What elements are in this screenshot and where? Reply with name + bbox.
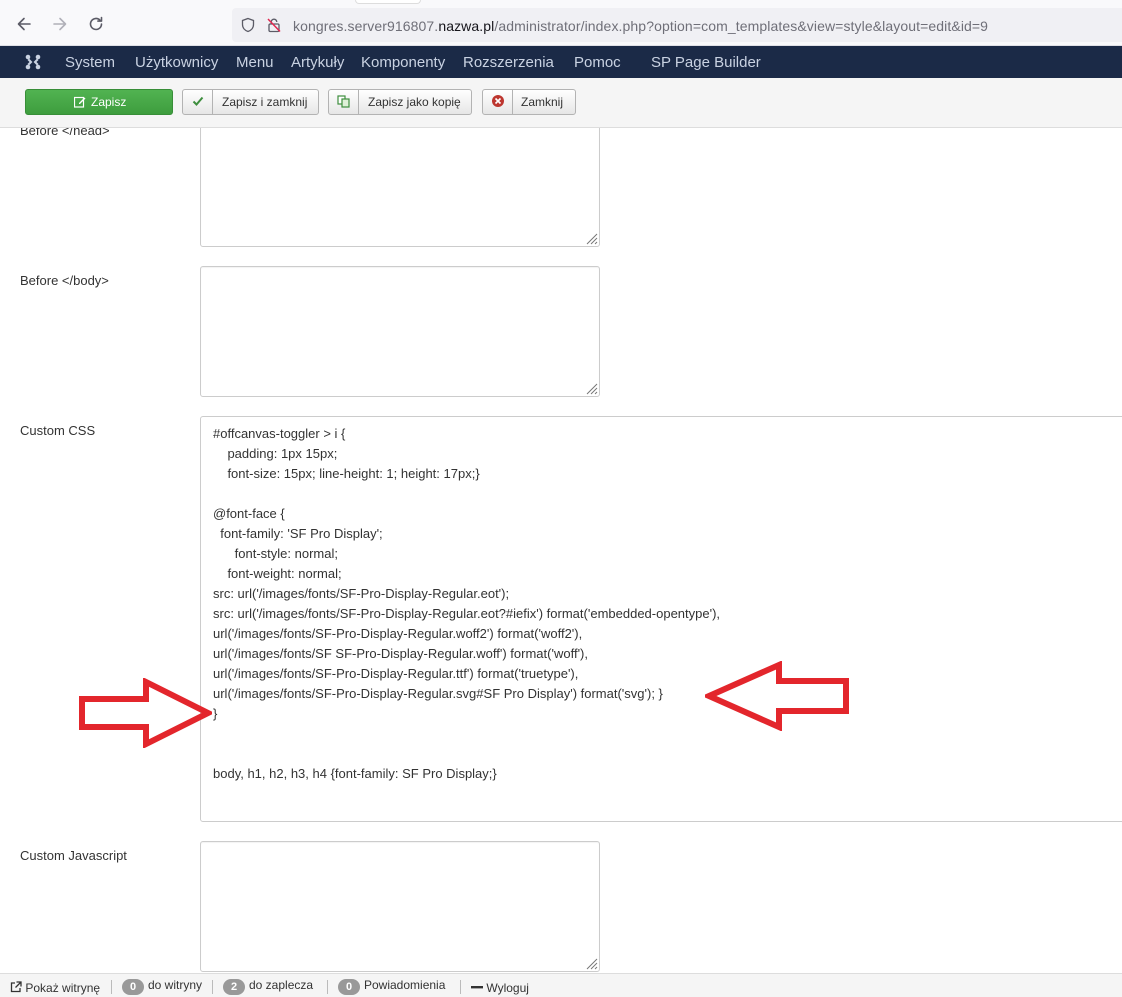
- resize-grip-icon[interactable]: [586, 958, 598, 970]
- notif-count-badge: 0: [338, 979, 360, 995]
- admin-count-badge: 2: [223, 979, 245, 995]
- action-toolbar: Zapisz Zapisz i zamknij Zapisz jako kopi…: [0, 78, 1122, 128]
- css-line: @font-face {: [213, 506, 285, 521]
- cancel-circle-icon: [483, 90, 513, 114]
- minus-icon: [471, 986, 483, 989]
- custom-js-textarea[interactable]: [200, 841, 600, 972]
- status-divider: [460, 980, 461, 994]
- check-icon: [183, 90, 213, 114]
- url-text[interactable]: kongres.server916807.nazwa.pl/administra…: [293, 18, 988, 34]
- logout-link[interactable]: Wyloguj: [471, 981, 529, 995]
- menu-extensions[interactable]: Rozszerzenia: [463, 54, 554, 71]
- resize-grip-icon[interactable]: [586, 383, 598, 395]
- url-prefix: kongres.server916807.: [293, 18, 439, 34]
- css-line: font-weight: normal;: [213, 566, 342, 581]
- active-tab-edge[interactable]: [355, 0, 421, 4]
- status-divider: [111, 980, 112, 994]
- save-close-label: Zapisz i zamknij: [222, 95, 308, 109]
- red-arrow-left-icon: [701, 660, 850, 732]
- css-line: url('/images/fonts/SF-Pro-Display-Regula…: [213, 626, 583, 641]
- joomla-logo-icon[interactable]: [24, 53, 42, 71]
- before-head-textarea[interactable]: [200, 128, 600, 247]
- menu-articles[interactable]: Artykuły: [291, 54, 344, 71]
- copy-icon: [329, 90, 359, 114]
- css-line: url('/images/fonts/SF-Pro-Display-Regula…: [213, 686, 663, 701]
- admin-users-label: do zaplecza: [249, 978, 314, 992]
- insecure-lock-icon[interactable]: [266, 17, 282, 33]
- notifications-link[interactable]: 0 Powiadomienia: [338, 978, 445, 995]
- css-line: src: url('/images/fonts/SF-Pro-Display-R…: [213, 606, 721, 621]
- css-line: font-family: 'SF Pro Display';: [213, 526, 383, 541]
- notifications-label: Powiadomienia: [364, 978, 446, 992]
- save-copy-button[interactable]: Zapisz jako kopię: [328, 89, 472, 115]
- menu-sp-page-builder[interactable]: SP Page Builder: [651, 54, 761, 71]
- css-line: #offcanvas-toggler > i {: [213, 426, 346, 441]
- menu-menus[interactable]: Menu: [236, 54, 274, 71]
- status-divider: [212, 980, 213, 994]
- status-divider: [327, 980, 328, 994]
- external-link-icon: [10, 981, 22, 993]
- status-bar: Pokaż witrynę 0 do witryny 2 do zaplecza 0…: [0, 973, 1122, 997]
- url-domain: nazwa.pl: [438, 18, 495, 34]
- show-site-link[interactable]: Pokaż witrynę: [10, 981, 100, 995]
- admin-users: 2 do zaplecza: [223, 978, 313, 995]
- menu-components[interactable]: Komponenty: [361, 54, 445, 71]
- browser-toolbar: kongres.server916807.nazwa.pl/administra…: [0, 0, 1122, 46]
- forward-arrow-icon[interactable]: [50, 14, 70, 34]
- show-site-label: Pokaż witrynę: [25, 981, 101, 995]
- before-body-textarea[interactable]: [200, 266, 600, 397]
- close-button[interactable]: Zamknij: [482, 89, 576, 115]
- reload-icon[interactable]: [86, 14, 106, 34]
- back-arrow-icon[interactable]: [14, 14, 34, 34]
- css-line: padding: 1px 15px;: [213, 446, 338, 461]
- menu-system[interactable]: System: [65, 54, 115, 71]
- save-label: Zapisz: [91, 95, 127, 109]
- css-line: font-size: 15px; line-height: 1; height:…: [213, 466, 480, 481]
- resize-grip-icon[interactable]: [586, 233, 598, 245]
- edit-icon: [73, 96, 86, 108]
- site-visitors: 0 do witryny: [122, 978, 202, 995]
- red-arrow-right-icon: [78, 677, 215, 749]
- template-custom-code-form: Before </head> Before </body> Custom CSS…: [0, 128, 1122, 973]
- admin-menu-bar: System Użytkownicy Menu Artykuły Kompone…: [0, 46, 1122, 78]
- site-count-badge: 0: [122, 979, 144, 995]
- css-line: src: url('/images/fonts/SF-Pro-Display-R…: [213, 586, 510, 601]
- logout-label: Wyloguj: [486, 981, 529, 995]
- url-bar[interactable]: kongres.server916807.nazwa.pl/administra…: [232, 8, 1122, 42]
- site-visitors-label: do witryny: [148, 978, 203, 992]
- custom-js-label: Custom Javascript: [20, 848, 127, 863]
- css-line: font-style: normal;: [213, 546, 338, 561]
- menu-help[interactable]: Pomoc: [574, 54, 621, 71]
- save-close-button[interactable]: Zapisz i zamknij: [182, 89, 319, 115]
- url-suffix: /administrator/index.php?option=com_temp…: [494, 18, 989, 34]
- custom-css-textarea[interactable]: #offcanvas-toggler > i { padding: 1px 15…: [200, 416, 1122, 822]
- save-copy-label: Zapisz jako kopię: [368, 95, 461, 109]
- css-line: body, h1, h2, h3, h4 {font-family: SF Pr…: [213, 766, 497, 781]
- before-body-label: Before </body>: [20, 273, 109, 288]
- save-button[interactable]: Zapisz: [25, 89, 173, 115]
- css-line: url('/images/fonts/SF-Pro-Display-Regula…: [213, 666, 579, 681]
- close-label: Zamknij: [521, 95, 564, 109]
- custom-css-label: Custom CSS: [20, 423, 96, 438]
- before-head-label: Before </head>: [20, 128, 110, 138]
- menu-users[interactable]: Użytkownicy: [135, 54, 218, 71]
- css-line: }: [213, 706, 218, 721]
- css-line: url('/images/fonts/SF SF-Pro-Display-Reg…: [213, 646, 588, 661]
- shield-icon[interactable]: [240, 17, 256, 33]
